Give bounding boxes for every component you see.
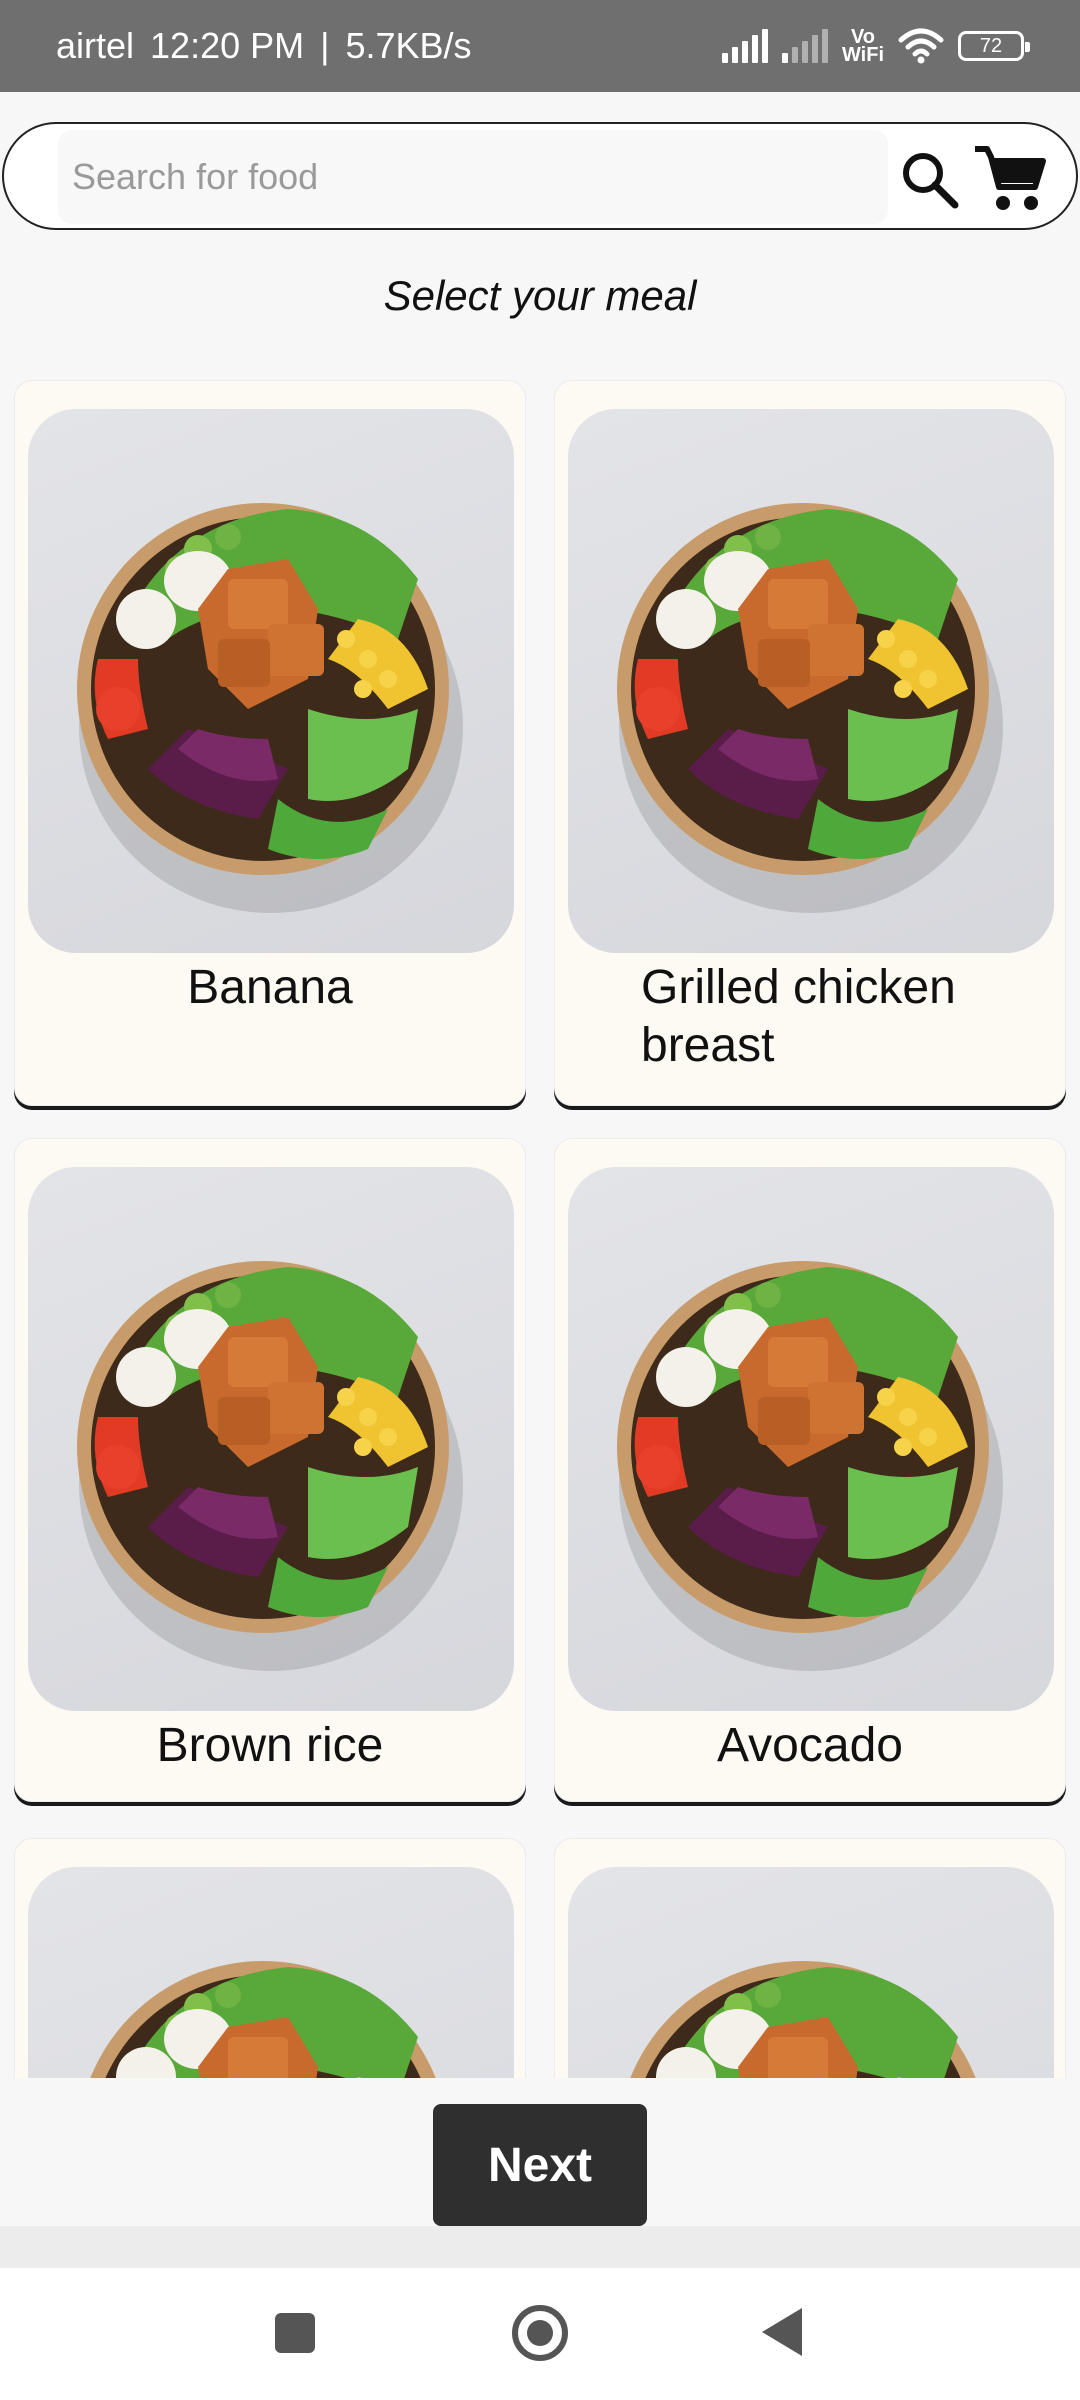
food-name: Grilled chicken breast (641, 961, 956, 1072)
status-right: Vo WiFi 72 (721, 26, 1030, 66)
salad-bowl-image (28, 409, 514, 953)
salad-bowl-illustration (617, 1261, 1003, 1671)
salad-bowl-illustration (77, 503, 463, 913)
bottom-action-area: Next (0, 2078, 1080, 2226)
back-icon[interactable] (762, 2308, 802, 2356)
system-nav-bar (0, 2268, 1080, 2400)
cart-icon[interactable] (970, 142, 1050, 214)
food-card-5[interactable] (14, 1838, 526, 2078)
next-button[interactable]: Next (433, 2104, 647, 2226)
search-bar (2, 122, 1078, 230)
signal-icon (721, 29, 768, 63)
salad-bowl-image (568, 1167, 1054, 1711)
status-left: airtel 12:20 PM | 5.7KB/s (56, 25, 472, 67)
status-separator: | (320, 25, 330, 66)
salad-bowl-illustration (77, 1261, 463, 1671)
signal-2-icon (781, 29, 828, 63)
salad-bowl-image (28, 1167, 514, 1711)
salad-bowl-image (28, 1867, 514, 2078)
food-grid: Banana Grilled chicken breast Brown rice… (0, 378, 1080, 2078)
divider-band (0, 2226, 1080, 2268)
carrier-name: airtel (56, 25, 135, 66)
food-card-avocado[interactable]: Avocado (554, 1138, 1066, 1802)
recents-icon[interactable] (275, 2313, 315, 2353)
food-name: Brown rice (156, 1719, 384, 1772)
salad-bowl-illustration (630, 1961, 976, 2078)
wifi-icon (898, 28, 944, 64)
page-subtitle: Select your meal (383, 272, 697, 319)
food-name: Avocado (717, 1719, 903, 1772)
food-card-banana[interactable]: Banana (14, 380, 526, 1106)
search-input[interactable] (58, 130, 888, 224)
clock: 12:20 PM (150, 25, 305, 66)
salad-bowl-illustration (617, 503, 1003, 913)
salad-bowl-image (568, 1867, 1054, 2078)
food-name: Banana (187, 961, 353, 1014)
home-icon[interactable] (512, 2305, 568, 2361)
vowifi-icon: Vo WiFi (841, 26, 884, 66)
food-card-brown-rice[interactable]: Brown rice (14, 1138, 526, 1802)
salad-bowl-image (568, 409, 1054, 953)
food-card-6[interactable] (554, 1838, 1066, 2078)
salad-bowl-illustration (90, 1961, 436, 2078)
status-bar: airtel 12:20 PM | 5.7KB/s Vo WiFi 72 (0, 0, 1080, 92)
search-icon[interactable] (894, 144, 964, 214)
battery-level: 72 (979, 34, 1003, 57)
network-speed: 5.7KB/s (345, 25, 472, 66)
battery-icon: 72 (958, 31, 1030, 61)
food-card-grilled-chicken-breast[interactable]: Grilled chicken breast (554, 380, 1066, 1106)
